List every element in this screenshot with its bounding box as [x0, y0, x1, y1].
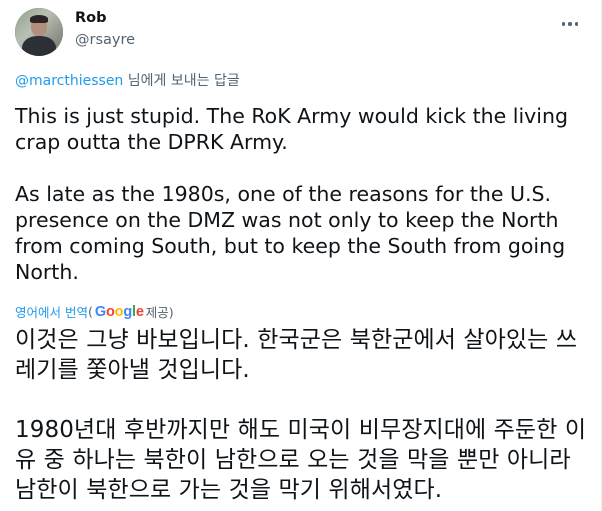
translated-from-link[interactable]: 영어에서 번역: [15, 302, 88, 321]
translated-paragraph: 1980년대 후반까지만 해도 미국이 비무장지대에 주둔한 이유 중 하나는 …: [15, 417, 587, 503]
tweet-paragraph: As late as the 1980s, one of the reasons…: [15, 182, 566, 284]
translated-paragraph: 이것은 그냥 바보입니다. 한국군은 북한군에서 살아있는 쓰레기를 쫓아낼 것…: [15, 327, 578, 383]
author-name[interactable]: Rob: [75, 10, 107, 26]
translated-text: 이것은 그냥 바보입니다. 한국군은 북한군에서 살아있는 쓰레기를 쫓아낼 것…: [15, 325, 590, 505]
more-options-icon[interactable]: [558, 12, 582, 36]
avatar[interactable]: [15, 8, 63, 56]
replying-to: @marcthiessen 님에게 보내는 답글: [15, 70, 240, 90]
tweet-paragraph: This is just stupid. The RoK Army would …: [15, 104, 568, 154]
reply-handle-link[interactable]: @marcthiessen: [15, 73, 123, 89]
translation-attribution: 영어에서 번역 ( Google 제공): [15, 302, 174, 321]
author-handle[interactable]: @rsayre: [75, 32, 135, 48]
google-logo: Google: [94, 303, 144, 320]
translation-provider-suffix: 제공): [145, 305, 174, 320]
tweet: Rob @rsayre @marcthiessen 님에게 보내는 답글 Thi…: [0, 0, 602, 511]
tweet-text: This is just stupid. The RoK Army would …: [15, 103, 585, 285]
reply-suffix: 님에게 보내는 답글: [123, 73, 240, 89]
translation-paren-open: (: [87, 304, 93, 319]
